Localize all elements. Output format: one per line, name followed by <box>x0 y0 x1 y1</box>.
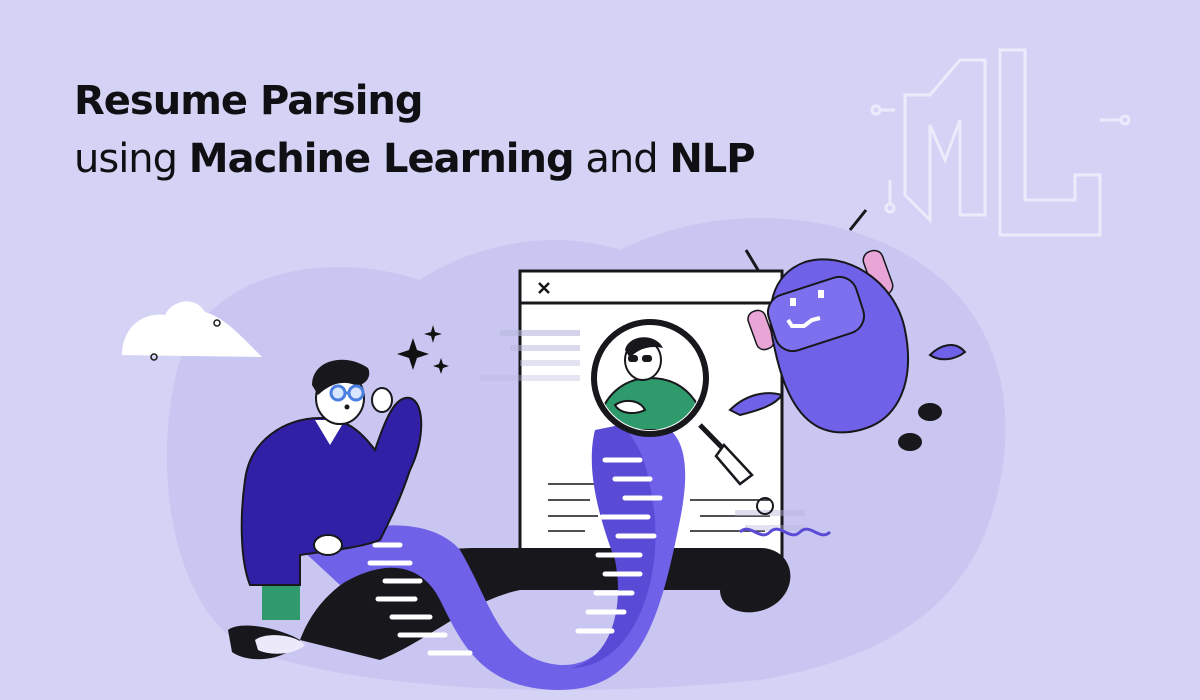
person-pants <box>262 585 300 620</box>
title-line-2: using Machine Learning and NLP <box>74 130 756 188</box>
ml-logo-icon <box>870 48 1131 237</box>
title-word-and: and <box>573 136 670 182</box>
title-word-using: using <box>74 136 189 182</box>
title-line-1: Resume Parsing <box>74 78 424 124</box>
title-nlp: NLP <box>669 136 755 182</box>
title-machine-learning: Machine Learning <box>188 136 575 182</box>
person-hand-lower <box>313 534 343 556</box>
headline: Resume Parsing using Machine Learning an… <box>74 72 756 188</box>
hero-banner: Resume Parsing using Machine Learning an… <box>0 0 1200 700</box>
person-hand <box>371 387 393 413</box>
